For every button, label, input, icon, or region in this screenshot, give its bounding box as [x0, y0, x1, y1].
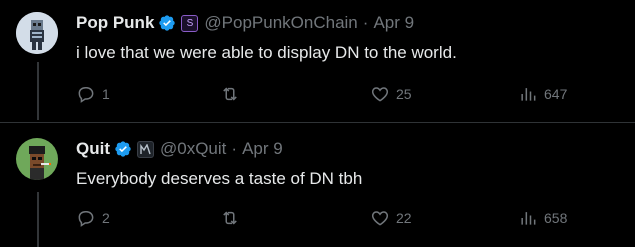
views-button[interactable]: 647	[518, 84, 567, 104]
like-button[interactable]: 22	[370, 208, 412, 228]
verified-badge-icon	[159, 15, 176, 31]
reply-icon	[78, 211, 94, 227]
tweet-date[interactable]: Apr 9	[373, 13, 414, 33]
reply-count: 2	[102, 210, 110, 226]
affiliate-icon[interactable]: S	[181, 14, 199, 32]
tweet-actions: 2 22 658	[76, 208, 576, 230]
retweet-icon	[223, 211, 237, 225]
verified-badge-icon	[115, 141, 131, 157]
retweet-button[interactable]	[220, 208, 246, 228]
avatar[interactable]	[16, 138, 58, 180]
separator-dot: ·	[231, 139, 238, 158]
like-button[interactable]: 25	[370, 84, 412, 104]
views-button[interactable]: 658	[518, 208, 567, 228]
author-handle[interactable]: @PopPunkOnChain	[204, 13, 357, 33]
views-count: 658	[544, 210, 568, 226]
author-name[interactable]: Quit	[76, 139, 110, 159]
like-icon	[371, 211, 389, 226]
avatar-image	[16, 138, 58, 180]
retweet-button[interactable]	[220, 84, 246, 104]
author-name[interactable]: Pop Punk	[76, 13, 154, 33]
affiliate-icon[interactable]	[137, 140, 154, 158]
tweet-text: i love that we were able to display DN t…	[76, 43, 457, 62]
retweet-icon	[223, 87, 237, 101]
tweet-date[interactable]: Apr 9	[242, 139, 283, 159]
views-count: 647	[544, 86, 568, 102]
tweet[interactable]: Quit @0xQuit · Apr 9 Everybody deserves …	[0, 138, 635, 238]
reply-button[interactable]: 2	[76, 208, 110, 228]
like-icon	[371, 87, 389, 102]
reply-button[interactable]: 1	[76, 84, 110, 104]
views-icon	[521, 212, 536, 225]
views-icon	[521, 88, 536, 101]
affiliate-logo-icon	[140, 143, 151, 154]
reply-count: 1	[102, 86, 110, 102]
like-count: 22	[396, 210, 412, 226]
avatar-image	[16, 12, 58, 54]
tweet-divider	[0, 122, 635, 123]
avatar[interactable]	[16, 12, 58, 54]
tweet-text: Everybody deserves a taste of DN tbh	[76, 169, 363, 188]
like-count: 25	[396, 86, 412, 102]
tweet-actions: 1 25 647	[76, 84, 576, 106]
tweet-header: Pop Punk S @PopPunkOnChain · Apr 9	[76, 12, 414, 34]
tweet[interactable]: Pop Punk S @PopPunkOnChain · Apr 9 i lov…	[0, 12, 635, 112]
author-handle[interactable]: @0xQuit	[160, 139, 226, 159]
separator-dot: ·	[362, 13, 369, 32]
tweet-header: Quit @0xQuit · Apr 9	[76, 138, 283, 160]
reply-icon	[78, 87, 94, 103]
